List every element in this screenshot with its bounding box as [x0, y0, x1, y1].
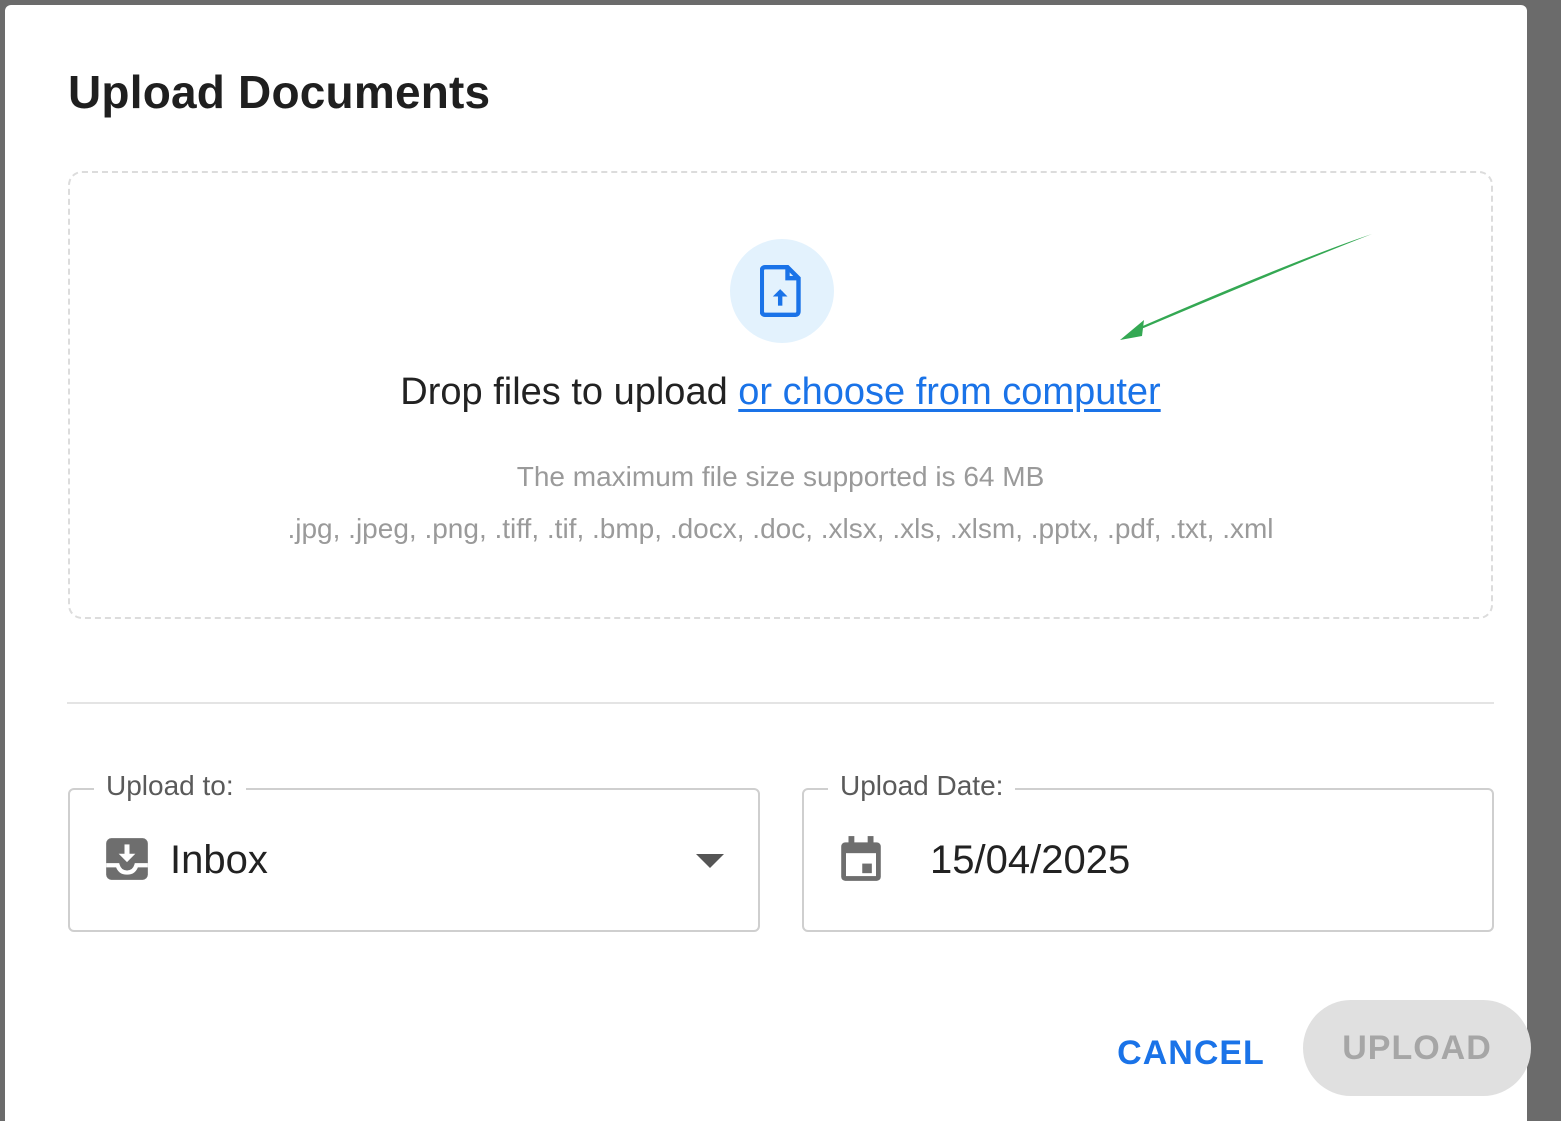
annotation-arrow-icon: [1120, 234, 1372, 340]
upload-to-value: Inbox: [170, 838, 268, 882]
inbox-icon: [106, 838, 148, 880]
supported-file-types-hint: .jpg, .jpeg, .png, .tiff, .tif, .bmp, .d…: [287, 513, 1274, 544]
cancel-button[interactable]: CANCEL: [1101, 1021, 1281, 1085]
upload-date-label: Upload Date:: [828, 770, 1016, 802]
upload-documents-dialog: Upload Documents Drop files to upload or…: [5, 5, 1527, 1121]
upload-date-value[interactable]: 15/04/2025: [930, 838, 1130, 883]
chevron-down-icon[interactable]: [696, 854, 724, 868]
upload-to-select[interactable]: Upload to: Inbox: [68, 770, 760, 932]
drop-files-text: Drop files to upload: [400, 371, 739, 413]
section-divider: [67, 702, 1494, 704]
drop-instructions: Drop files to upload or choose from comp…: [70, 371, 1491, 414]
calendar-icon[interactable]: [836, 834, 886, 884]
upload-date-field[interactable]: Upload Date: 15/04/2025: [802, 770, 1494, 932]
dialog-title: Upload Documents: [68, 66, 491, 118]
max-file-size-hint: The maximum file size supported is 64 MB: [516, 461, 1045, 492]
upload-button[interactable]: UPLOAD: [1303, 1000, 1531, 1096]
file-upload-icon: [730, 239, 834, 343]
choose-from-computer-link[interactable]: or choose from computer: [738, 371, 1160, 413]
upload-to-label: Upload to:: [94, 770, 246, 802]
